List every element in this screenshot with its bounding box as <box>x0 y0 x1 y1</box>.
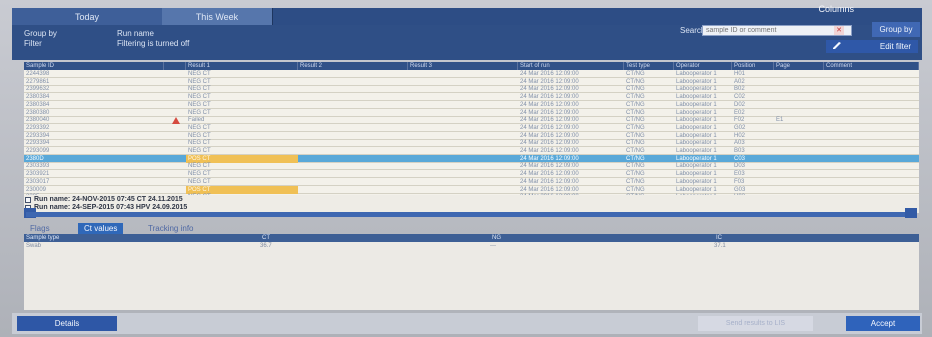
col-result-3[interactable]: Result 3 <box>408 62 518 70</box>
horizontal-scrollbar[interactable] <box>26 212 916 217</box>
group-by-button[interactable]: Group by <box>872 22 920 37</box>
detail-header: Sample type CT NG IC <box>24 234 919 242</box>
group-by-label: Group by <box>24 29 57 38</box>
details-button[interactable]: Details <box>17 316 117 331</box>
run-item-2[interactable]: Run name: 24-SEP-2015 07:43 HPV 24.09.20… <box>34 204 187 211</box>
run-item-1[interactable]: Run name: 24-NOV-2015 07:45 CT 24.11.201… <box>34 196 183 203</box>
col-position[interactable]: Position <box>732 62 774 70</box>
col-result-2[interactable]: Result 2 <box>298 62 408 70</box>
col-sample-id[interactable]: Sample ID <box>24 62 164 70</box>
tab-ct-values[interactable]: Ct values <box>78 223 124 234</box>
detail-grid: Sample type CT NG IC Swab 36.7 --- 37.1 <box>24 234 919 310</box>
filter-label: Filter <box>24 39 42 48</box>
send-results-button[interactable]: Send results to LIS <box>698 316 813 331</box>
tab-flags[interactable]: Flags <box>24 223 56 234</box>
edit-filter-label: Edit filter <box>879 42 911 51</box>
detail-ic-value: 37.1 <box>714 243 726 249</box>
detail-col-ic: IC <box>716 235 722 241</box>
detail-row: Swab 36.7 --- 37.1 <box>24 242 919 250</box>
col-result-1[interactable]: Result 1 <box>186 62 298 70</box>
col-flag[interactable] <box>164 62 186 70</box>
col-page[interactable]: Page <box>774 62 824 70</box>
app-window: Today This Week Columns Group by Run nam… <box>0 0 932 337</box>
table-header: Sample ID Result 1 Result 2 Result 3 Sta… <box>24 62 919 70</box>
scroll-right-button[interactable] <box>905 208 917 218</box>
col-operator[interactable]: Operator <box>674 62 732 70</box>
top-tabs-bar: Today This Week Columns <box>12 4 922 25</box>
tab-this-week[interactable]: This Week <box>162 8 273 25</box>
tab-tracking-info[interactable]: Tracking info <box>142 223 200 234</box>
run-name-label: Run name <box>117 29 154 38</box>
accept-button[interactable]: Accept <box>846 316 920 331</box>
filter-bar: Group by Run name Filter Filtering is tu… <box>12 22 922 60</box>
col-test-type[interactable]: Test type <box>624 62 674 70</box>
detail-col-sample-type: Sample type <box>26 235 60 241</box>
filter-value: Filtering is turned off <box>117 39 190 48</box>
detail-tabs: Flags Ct values Tracking info <box>24 223 919 234</box>
detail-col-ct: CT <box>262 235 270 241</box>
detail-sample-type: Swab <box>26 243 42 249</box>
columns-label[interactable]: Columns <box>818 4 854 14</box>
detail-ct-value: 36.7 <box>260 243 272 249</box>
col-comment[interactable]: Comment <box>824 62 919 70</box>
search-input[interactable] <box>702 25 852 36</box>
footer: Details Send results to LIS Accept <box>12 313 922 334</box>
detail-col-ng: NG <box>492 235 501 241</box>
tab-today[interactable]: Today <box>12 8 163 25</box>
results-table: Sample ID Result 1 Result 2 Result 3 Sta… <box>24 62 919 203</box>
col-start-of-run[interactable]: Start of run <box>518 62 624 70</box>
edit-filter-button[interactable]: Edit filter <box>826 40 918 53</box>
clear-search-icon[interactable]: ✕ <box>834 26 844 35</box>
detail-ng-value: --- <box>490 243 496 249</box>
expand-run-1-icon[interactable] <box>25 197 31 203</box>
pencil-icon <box>833 42 841 49</box>
run-list: Run name: 24-NOV-2015 07:45 CT 24.11.201… <box>24 195 919 213</box>
